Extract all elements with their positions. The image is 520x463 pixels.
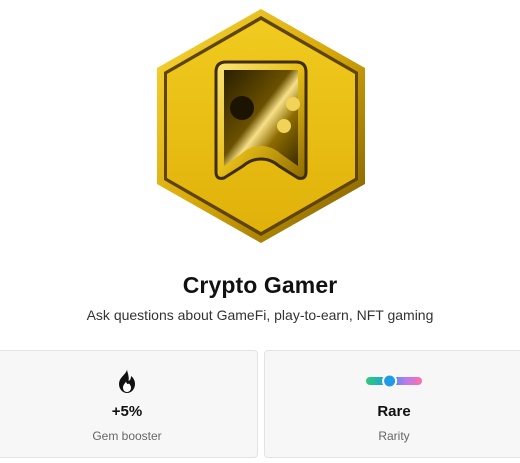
badge-title: Crypto Gamer: [182, 272, 338, 298]
rarity-slider-icon: [265, 367, 520, 395]
rarity-card: Rare Rarity: [264, 350, 520, 458]
gem-booster-value: +5%: [111, 403, 143, 420]
fire-icon: [0, 367, 257, 395]
rarity-level-knob: [382, 373, 398, 389]
rarity-label: Rarity: [378, 429, 410, 443]
badge-description: Ask questions about GameFi, play-to-earn…: [86, 307, 434, 323]
gamepad-badge-icon: [157, 9, 365, 243]
gem-booster-label: Gem booster: [92, 429, 162, 443]
gem-booster-card: +5% Gem booster: [0, 350, 258, 458]
badge: [154, 6, 368, 246]
rarity-value: Rare: [377, 403, 411, 420]
